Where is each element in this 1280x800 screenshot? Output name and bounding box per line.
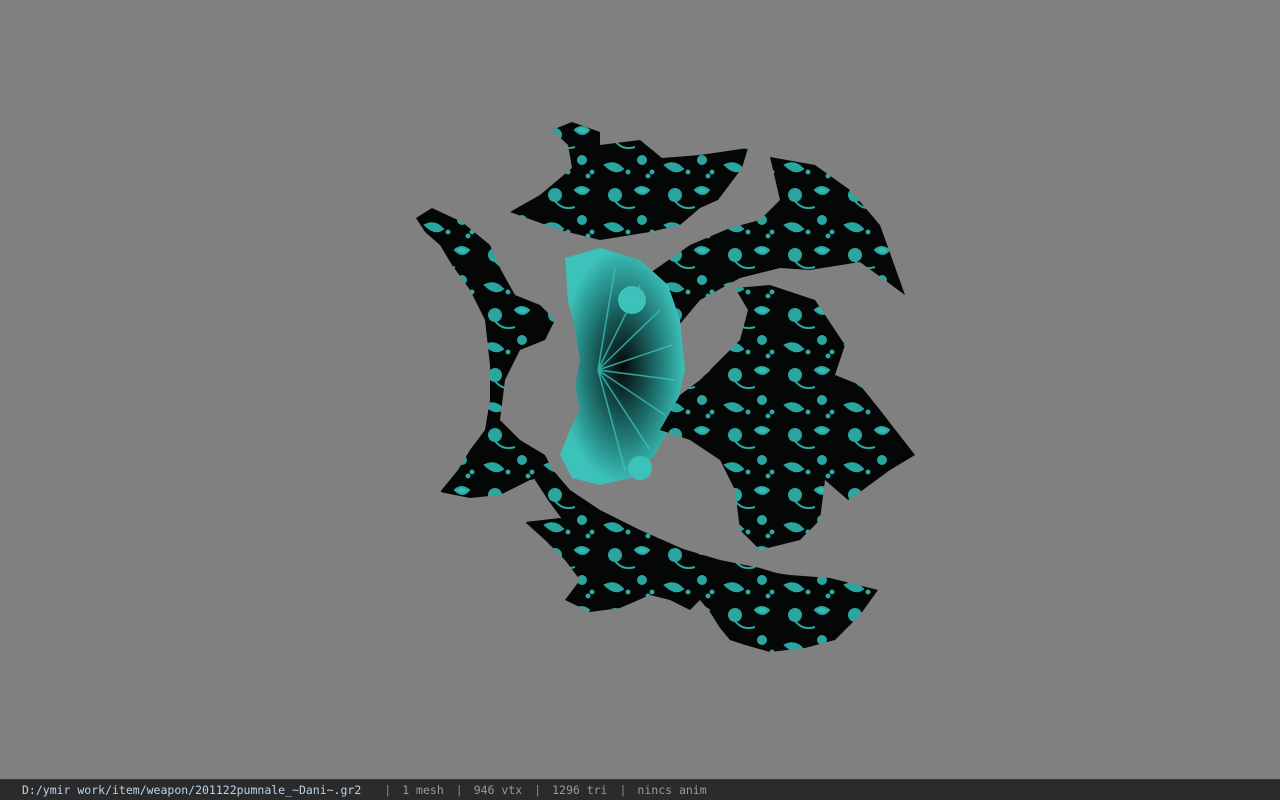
status-separator: | [384, 783, 392, 797]
3d-viewport[interactable] [0, 0, 1280, 779]
blade-right-lower [660, 285, 915, 550]
status-bar: D:/ymir work/item/weapon/201122pumnale_~… [0, 779, 1280, 800]
status-separator: | [534, 783, 542, 797]
triangle-count: 1296 tri [552, 783, 608, 797]
animation-status: nincs anim [637, 783, 707, 797]
center-hub [560, 248, 685, 485]
status-separator: | [619, 783, 627, 797]
blade-left [416, 208, 555, 498]
file-path: D:/ymir work/item/weapon/201122pumnale_~… [22, 783, 362, 797]
blade-top [510, 122, 748, 240]
mesh-count: 1 mesh [402, 783, 444, 797]
status-separator: | [455, 783, 463, 797]
weapon-model-render[interactable] [0, 0, 1280, 779]
vertex-count: 946 vtx [473, 783, 523, 797]
